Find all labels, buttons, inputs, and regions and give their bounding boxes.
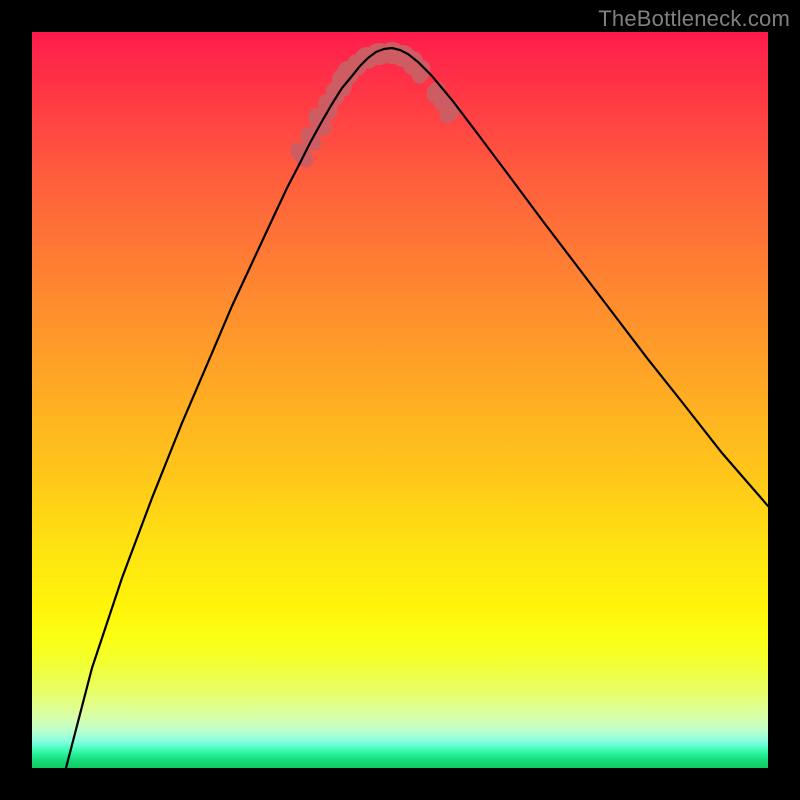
plot-area	[32, 32, 768, 768]
bottleneck-curve	[66, 48, 768, 768]
chart-frame: TheBottleneck.com	[0, 0, 800, 800]
highlight-marker-group	[286, 42, 464, 172]
watermark-text: TheBottleneck.com	[598, 6, 790, 32]
curve-layer	[32, 32, 768, 768]
